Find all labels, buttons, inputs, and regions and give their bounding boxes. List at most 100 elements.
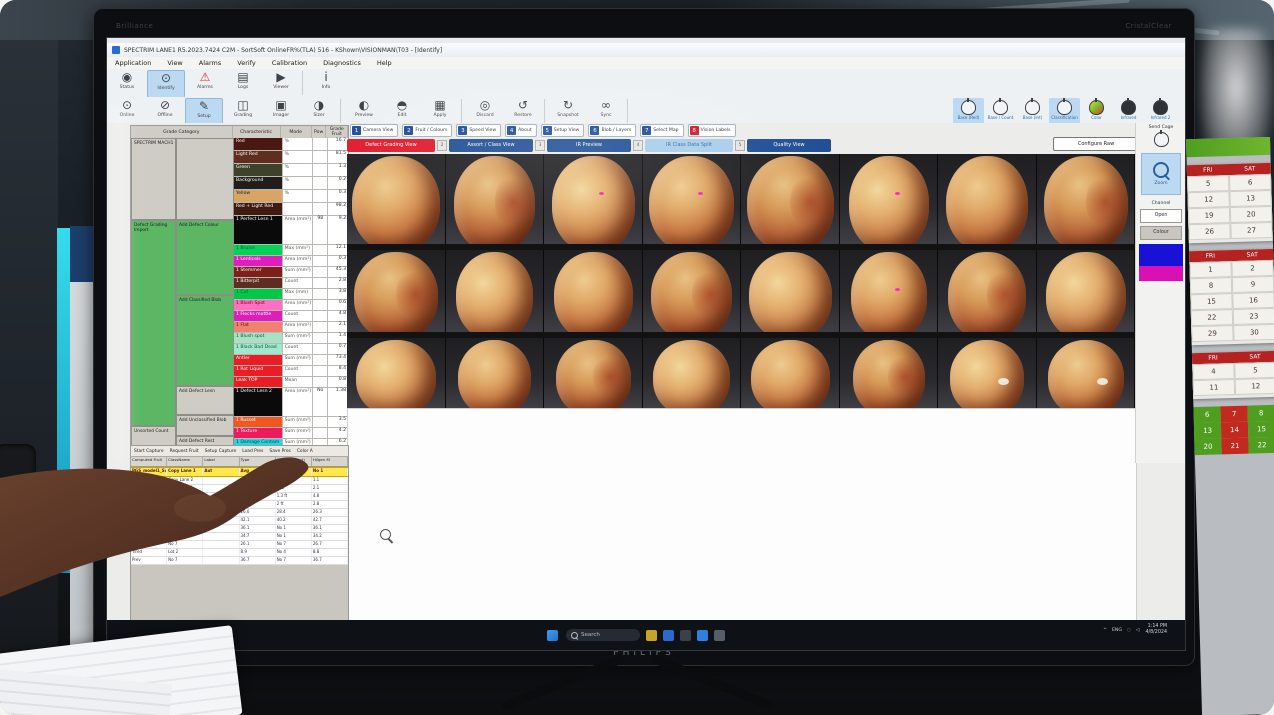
- view-base-count[interactable]: Base / Count: [985, 98, 1016, 124]
- characteristic-row[interactable]: Red%16.7: [234, 138, 348, 151]
- view-color[interactable]: Color: [1081, 98, 1112, 124]
- characteristic-row[interactable]: 1 Perfect Lesn 1Area (mm²)989.2: [234, 216, 348, 245]
- menu-item-alarms[interactable]: Alarms: [191, 59, 230, 67]
- characteristic-row[interactable]: Green%1.3: [234, 164, 348, 177]
- capture-menu-load-pres[interactable]: Load Pres: [239, 449, 266, 454]
- toolbar-discard-button[interactable]: ◎Discard: [467, 98, 503, 124]
- characteristic-row[interactable]: Background%0.2: [234, 177, 348, 190]
- zoom-tool-button[interactable]: Zoom: [1141, 153, 1181, 195]
- characteristic-row[interactable]: 1 Flecks mottleCount4.8: [234, 311, 348, 322]
- toolbar-grading-button[interactable]: ◫Grading: [225, 98, 261, 124]
- capture-menu-save-pres[interactable]: Save Pres: [266, 449, 293, 454]
- channel-swatch-blue[interactable]: [1139, 244, 1183, 266]
- system-tray[interactable]: ^ ENG ◌ ◁ 1:14 PM 4/8/2024: [1098, 624, 1167, 636]
- grade-group-defect-grading-import[interactable]: Defect Grading Import: [131, 220, 176, 426]
- fruit-cell[interactable]: [446, 338, 545, 408]
- fruit-cell[interactable]: [741, 250, 840, 332]
- capture-row[interactable]: Lane 2 (4) AvTube Lane 34.25x22.1: [131, 485, 348, 493]
- fruit-cell[interactable]: [840, 154, 939, 244]
- characteristic-row[interactable]: 1 FlatArea (mm²)2.1: [234, 322, 348, 333]
- characteristic-row[interactable]: Red + Light Red98.2: [234, 203, 348, 216]
- characteristic-row[interactable]: Light Red%81.5: [234, 151, 348, 164]
- characteristic-row[interactable]: AntlerSum (mm²)73.4: [234, 355, 348, 366]
- viewbtn-speed-view[interactable]: 3Speed View: [456, 124, 501, 137]
- fruit-cell[interactable]: [938, 250, 1037, 332]
- fruit-cell[interactable]: [347, 250, 446, 332]
- characteristic-row[interactable]: 1 StemmerSum (mm²)45.3: [234, 267, 348, 278]
- toolbar-sync-button[interactable]: ∞Sync: [588, 98, 624, 124]
- tray-chevron-icon[interactable]: ^: [1103, 628, 1107, 633]
- configure-raw-button[interactable]: Configure Raw: [1053, 137, 1139, 151]
- open-button[interactable]: Open: [1140, 209, 1182, 223]
- toolbar-snapshot-button[interactable]: ↻Snapshot: [550, 98, 586, 124]
- tab-index-box[interactable]: 5: [735, 140, 745, 151]
- view-base-int-[interactable]: Base (Int): [1017, 98, 1048, 124]
- start-button[interactable]: [547, 630, 558, 641]
- tray-volume-icon[interactable]: ◁: [1136, 628, 1140, 633]
- characteristic-row[interactable]: 1 BitterpitCount2.8: [234, 278, 348, 289]
- viewbtn-select-map[interactable]: 7Select Map: [640, 124, 683, 137]
- taskbar-clock[interactable]: 1:14 PM 4/8/2024: [1145, 624, 1167, 636]
- capture-row[interactable]: Lane 4Deep Lane 58.92 ft2.8: [131, 501, 348, 509]
- fruit-cell[interactable]: [741, 338, 840, 408]
- channel-swatch-magenta[interactable]: [1139, 266, 1183, 281]
- tray-network-icon[interactable]: ◌: [1127, 628, 1131, 633]
- view-infrared-2[interactable]: Infrared 2: [1145, 98, 1176, 124]
- characteristic-row[interactable]: 1 Black Bad DeadCount0.7: [234, 344, 348, 355]
- taskbar-app-edge[interactable]: [663, 630, 674, 641]
- toolbar-online-button[interactable]: ⊙Online: [109, 98, 145, 124]
- fruit-cell[interactable]: [1037, 338, 1136, 408]
- taskbar-app-settings[interactable]: [714, 630, 725, 641]
- view-base-red-[interactable]: Base (Red): [953, 98, 984, 124]
- capture-row[interactable]: Lane 5Copy Lane 626.028.426.3: [131, 509, 348, 517]
- viewbtn-about[interactable]: 4About: [505, 124, 537, 137]
- capture-menu-setup-capture[interactable]: Setup Capture: [202, 449, 240, 454]
- taskbar-app-active[interactable]: [697, 630, 708, 641]
- menu-item-help[interactable]: Help: [369, 59, 400, 67]
- characteristic-row[interactable]: 1 TextureSum (mm²)4.2: [234, 428, 348, 439]
- fruit-cell[interactable]: [643, 250, 742, 332]
- fruit-cell[interactable]: [840, 338, 939, 408]
- fruit-cell[interactable]: [347, 154, 446, 244]
- capture-menu-color-a[interactable]: Color A: [294, 449, 316, 454]
- tab-ir-preview[interactable]: IR Preview: [547, 139, 631, 152]
- fruit-cell[interactable]: [938, 338, 1037, 408]
- fruit-cell[interactable]: [1037, 154, 1136, 244]
- characteristic-row[interactable]: 1 Rot LiquidCount8.4: [234, 366, 348, 377]
- characteristic-row[interactable]: 1 LenticelsArea (mm²)0.3: [234, 256, 348, 267]
- characteristic-row[interactable]: 1 RussetSum (mm²)3.5: [234, 417, 348, 428]
- fruit-image-grid[interactable]: [347, 154, 1135, 408]
- toolbar-info-button[interactable]: iInfo: [308, 70, 344, 96]
- toolbar-sizer-button[interactable]: ◑Sizer: [301, 98, 337, 124]
- fruit-cell[interactable]: [544, 338, 643, 408]
- toolbar-preview-button[interactable]: ◐Preview: [346, 98, 382, 124]
- capture-row[interactable]: TiredLot 28.9No 48.8: [131, 549, 348, 557]
- viewbtn-setup-view[interactable]: 5Setup View: [541, 124, 585, 137]
- toolbar-imager-button[interactable]: ▣Imager: [263, 98, 299, 124]
- taskbar-app-files[interactable]: [646, 630, 657, 641]
- colour-button[interactable]: Colour: [1140, 226, 1182, 240]
- tab-defect-grading-view[interactable]: Defect Grading View: [347, 139, 435, 152]
- toolbar-viewer-button[interactable]: ▶Viewer: [263, 70, 299, 96]
- menu-item-application[interactable]: Application: [107, 59, 159, 67]
- taskbar-search[interactable]: Search: [566, 629, 640, 641]
- capture-row[interactable]: seedNo 726.1No 726.7: [131, 541, 348, 549]
- tab-index-box[interactable]: 4: [633, 140, 643, 151]
- tab-assort-class-view[interactable]: Assort / Class View: [449, 139, 533, 152]
- menu-item-verify[interactable]: Verify: [229, 59, 263, 67]
- characteristic-row[interactable]: 1 Defect Lesn 2Area (mm²)No1.38: [234, 388, 348, 417]
- menu-item-calibration[interactable]: Calibration: [264, 59, 315, 67]
- grade-group-blank[interactable]: [176, 138, 234, 220]
- menu-item-view[interactable]: View: [159, 59, 190, 67]
- send-cage-apple-icon[interactable]: [1154, 132, 1169, 147]
- fruit-cell[interactable]: [446, 154, 545, 244]
- tray-language[interactable]: ENG: [1112, 628, 1122, 633]
- fruit-cell[interactable]: [643, 154, 742, 244]
- fruit-cell[interactable]: [544, 250, 643, 332]
- toolbar-identify-button[interactable]: ⊙Identify: [147, 70, 185, 98]
- capture-row-selected[interactable]: PGS_model1_SvCopy Lane 1AutAvg98.1No 1: [131, 467, 348, 477]
- capture-menu-start-capture[interactable]: Start Capture: [131, 449, 167, 454]
- characteristic-row[interactable]: 1 BruiseMax (mm²)12.1: [234, 245, 348, 256]
- toolbar-restore-button[interactable]: ↺Restore: [505, 98, 541, 124]
- capture-row[interactable]: Lane 3Copy Lane 40.51.3 ft4.8: [131, 493, 348, 501]
